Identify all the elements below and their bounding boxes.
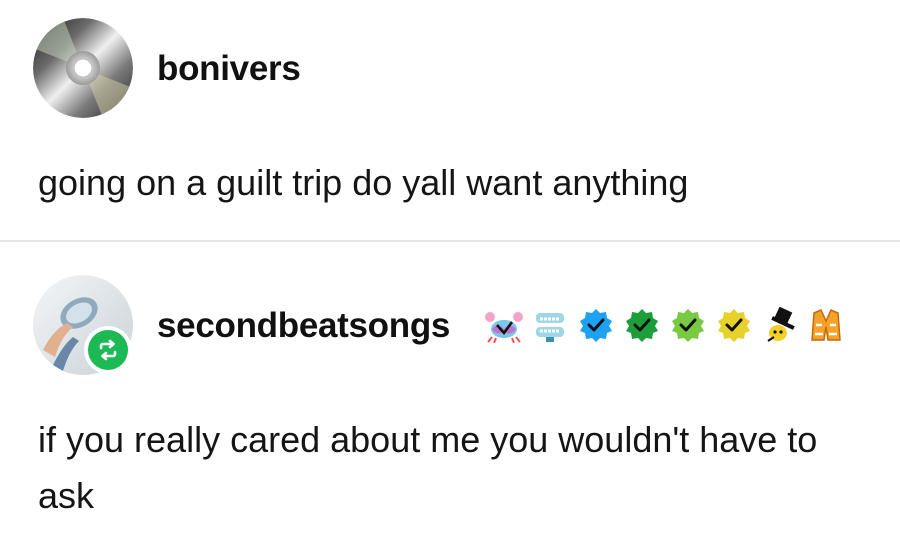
- vest-icon[interactable]: [806, 305, 846, 345]
- username[interactable]: bonivers: [157, 49, 301, 89]
- top-hat-icon[interactable]: [760, 305, 800, 345]
- post-divider: [0, 240, 900, 242]
- username[interactable]: secondbeatsongs: [157, 306, 450, 346]
- reblog-badge: [84, 326, 132, 374]
- badge-row: [484, 303, 846, 347]
- yellow-checkmark-icon[interactable]: [714, 305, 754, 345]
- lime-checkmark-icon[interactable]: [668, 305, 708, 345]
- post-reblog: secondbeatsongs if you really cared abou…: [0, 244, 900, 537]
- cd-disc-icon[interactable]: [33, 18, 133, 118]
- post-text: going on a guilt trip do yall want anyth…: [38, 162, 689, 203]
- reblog-icon: [88, 330, 128, 370]
- post-original: bonivers going on a guilt trip do yall w…: [0, 0, 900, 240]
- green-checkmark-icon[interactable]: [622, 305, 662, 345]
- chattering-teeth-icon[interactable]: [530, 305, 570, 345]
- crab-icon[interactable]: [484, 305, 524, 345]
- blue-checkmark-icon[interactable]: [576, 305, 616, 345]
- post-text: if you really cared about me you wouldn'…: [38, 419, 818, 516]
